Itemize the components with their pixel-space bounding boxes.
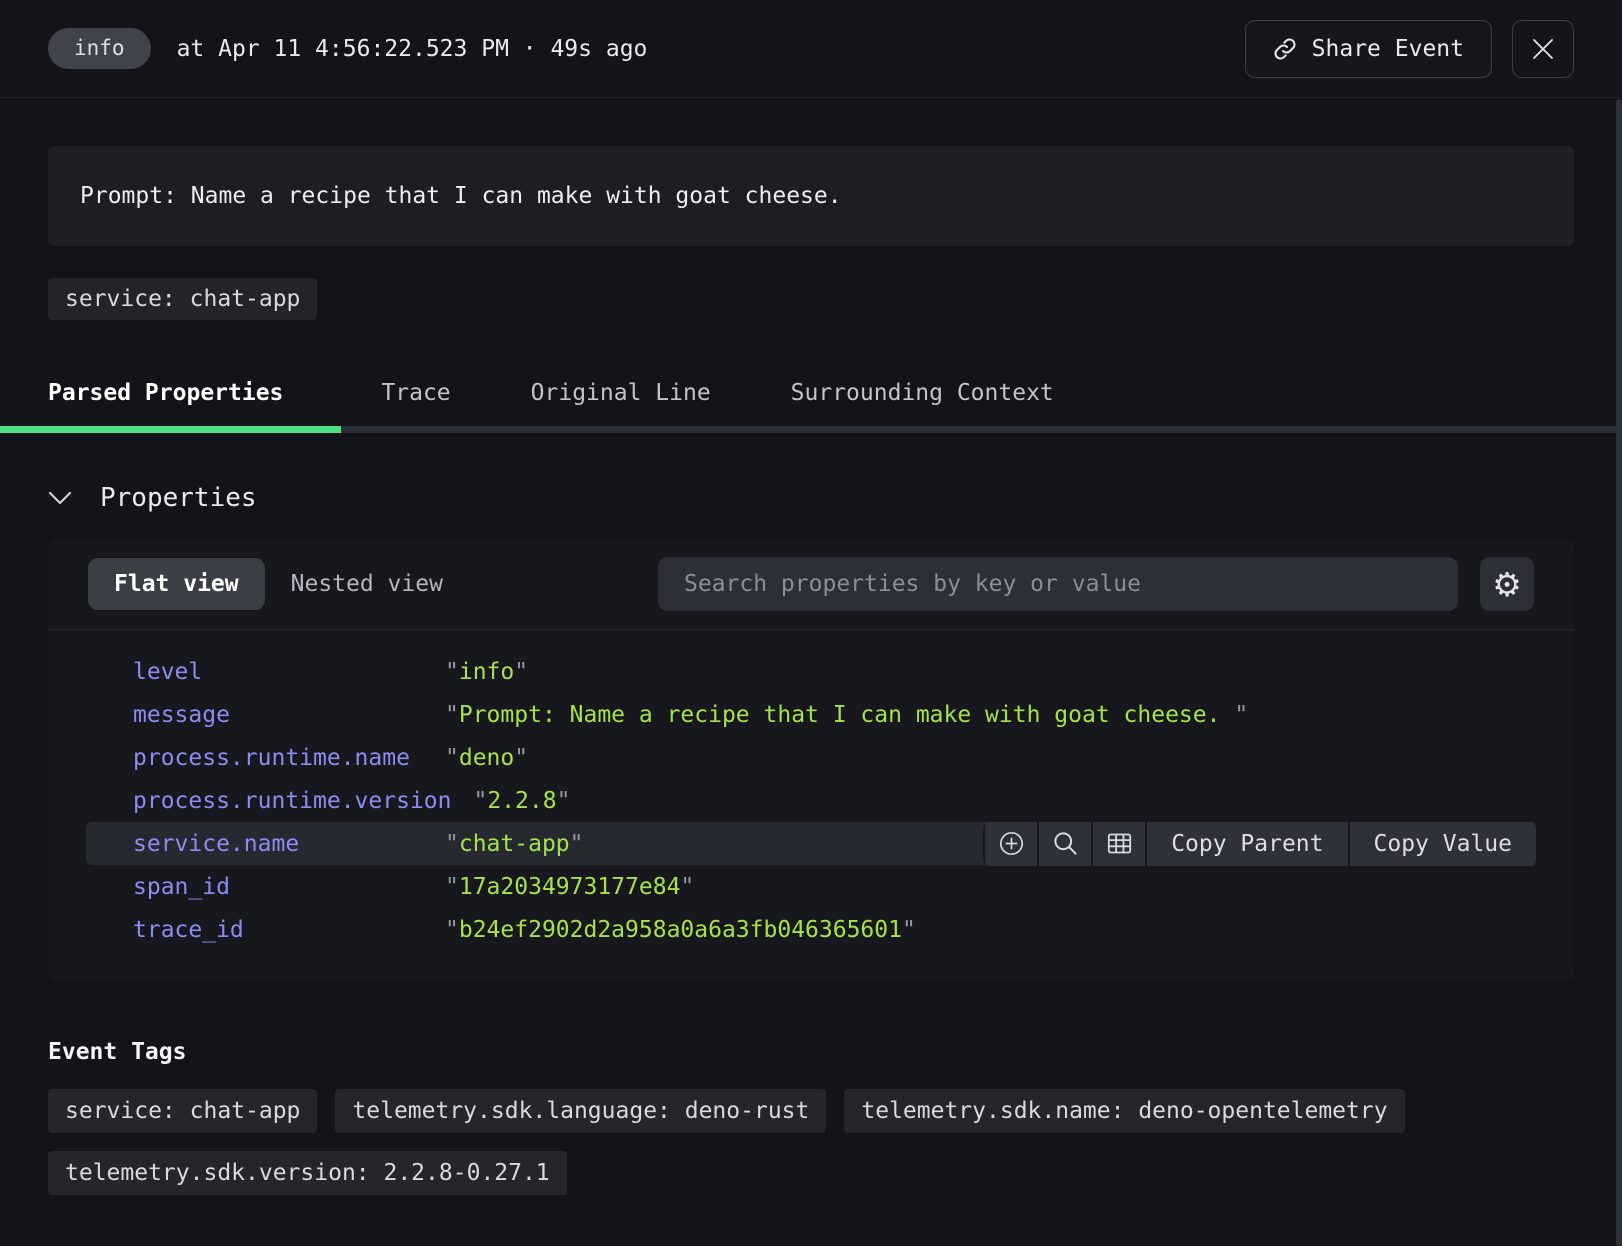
event-tag-chip[interactable]: telemetry.sdk.version: 2.2.8-0.27.1 [48,1151,567,1195]
table-row[interactable]: span_id "17a2034973177e84" [86,865,1536,908]
circle-plus-icon [998,830,1025,857]
event-tag-chip[interactable]: telemetry.sdk.name: deno-opentelemetry [844,1089,1404,1133]
view-toggle: Flat view Nested view [88,558,469,610]
property-value: "chat-app" [445,831,584,857]
tab-active-indicator [341,426,490,433]
property-value: "info" [445,659,528,685]
event-tag-chip[interactable]: telemetry.sdk.language: deno-rust [335,1089,826,1133]
properties-table: level "info" message "Prompt: Name a rec… [48,630,1574,981]
properties-section-title: Properties [100,483,257,513]
view-toggle-option[interactable]: Nested view [265,558,469,610]
property-value: "2.2.8" [474,788,571,814]
property-key: process.runtime.name [133,745,445,771]
tab-label: Parsed Properties [0,364,341,426]
tab-label: Original Line [491,364,751,426]
tab-bar: Parsed Properties Trace Original Line Su… [0,364,1622,433]
property-key: service.name [133,831,445,857]
property-value: "17a2034973177e84" [445,874,694,900]
gear-icon: ⚙ [1492,568,1522,601]
event-tags-list: service: chat-app telemetry.sdk.language… [48,1089,1574,1195]
add-column-button[interactable] [1091,822,1145,866]
properties-section-header[interactable]: Properties [48,483,1574,513]
add-filter-button[interactable] [983,822,1037,866]
tab[interactable]: Trace [341,364,490,433]
property-key: message [133,702,445,728]
level-badge: info [48,28,151,69]
property-value: "deno" [445,745,528,771]
search-icon [1052,830,1079,857]
properties-card: Flat view Nested view ⚙ level "info" mes… [48,539,1574,981]
tab-active-indicator [491,426,751,433]
row-actions-bar: Copy Parent Copy Value [983,822,1536,866]
settings-button[interactable]: ⚙ [1480,557,1534,611]
property-key: trace_id [133,917,445,943]
table-row[interactable]: process.runtime.version "2.2.8" [86,779,1536,822]
tab[interactable]: Original Line [491,364,751,433]
view-toggle-option[interactable]: Flat view [88,558,265,610]
tab[interactable]: Surrounding Context [751,364,1094,433]
tab-label: Trace [341,364,490,426]
close-icon [1531,37,1555,61]
property-key: process.runtime.version [133,788,474,814]
close-button[interactable] [1512,20,1574,78]
event-timestamp: at Apr 11 4:56:22.523 PM · 49s ago [177,36,648,62]
service-tag[interactable]: service: chat-app [48,278,317,320]
share-event-label: Share Event [1312,36,1464,62]
property-key: level [133,659,445,685]
table-row[interactable]: level "info" [86,650,1536,693]
table-row[interactable]: message "Prompt: Name a recipe that I ca… [86,693,1536,736]
tab[interactable]: Parsed Properties [0,364,341,433]
header-actions: Share Event [1245,20,1574,78]
search-input[interactable] [658,557,1458,611]
tab-active-indicator [751,426,1094,433]
share-event-button[interactable]: Share Event [1245,20,1492,78]
table-icon [1106,830,1133,857]
property-key: span_id [133,874,445,900]
copy-value-button[interactable]: Copy Value [1348,822,1536,866]
property-value: "Prompt: Name a recipe that I can make w… [445,702,1248,728]
tab-active-indicator [0,426,341,433]
search-value-button[interactable] [1037,822,1091,866]
vertical-scrollbar[interactable] [1616,99,1622,1246]
table-row[interactable]: service.name "chat-app" Copy Parent Copy… [86,822,1536,865]
copy-parent-button[interactable]: Copy Parent [1145,822,1347,866]
message-preview: Prompt: Name a recipe that I can make wi… [48,146,1574,246]
event-tags-title: Event Tags [48,1039,1574,1065]
property-value: "b24ef2902d2a958a0a6a3fb046365601" [445,917,916,943]
chevron-down-icon [48,491,72,506]
table-row[interactable]: process.runtime.name "deno" [86,736,1536,779]
link-icon [1273,37,1297,61]
table-row[interactable]: trace_id "b24ef2902d2a958a0a6a3fb0463656… [86,908,1536,951]
properties-toolbar: Flat view Nested view ⚙ [48,539,1574,629]
tab-label: Surrounding Context [751,364,1094,426]
event-tag-chip[interactable]: service: chat-app [48,1089,317,1133]
event-header: info at Apr 11 4:56:22.523 PM · 49s ago … [0,0,1622,98]
